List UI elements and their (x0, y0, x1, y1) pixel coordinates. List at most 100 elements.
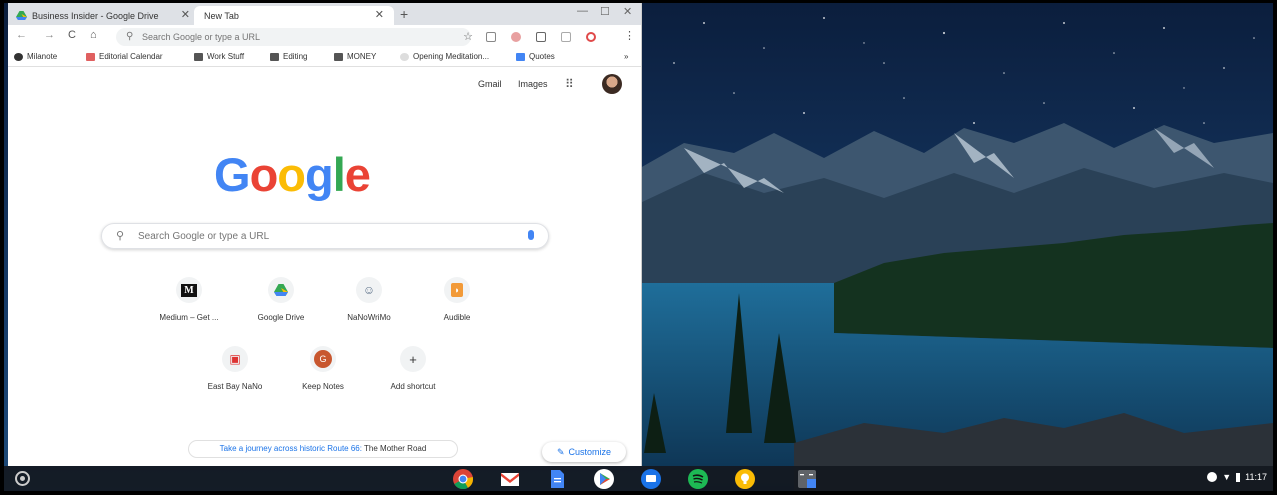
spotify-icon[interactable] (688, 469, 708, 489)
bookmark-quotes[interactable]: Quotes (516, 52, 555, 61)
maximize-button[interactable]: ☐ (600, 5, 610, 18)
tab-strip: Business Insider - Google Drive ✕ New Ta… (8, 3, 641, 25)
gmail-link[interactable]: Gmail (478, 79, 502, 89)
omnibox-input[interactable] (140, 30, 440, 44)
add-shortcut-button[interactable]: + Add shortcut (368, 346, 458, 391)
bookmark-label: Quotes (529, 52, 555, 61)
promo-link-text: Take a journey across historic Route 66: (219, 444, 362, 453)
reload-button[interactable]: C (68, 29, 76, 41)
bookmark-editorial-calendar[interactable]: Editorial Calendar (86, 52, 163, 61)
customize-label: Customize (568, 447, 612, 457)
gmail-icon[interactable] (500, 469, 520, 489)
logo-letter: g (305, 148, 334, 201)
promo-link[interactable]: Take a journey across historic Route 66:… (188, 440, 458, 458)
bookmark-star-icon[interactable]: ☆ (463, 30, 473, 43)
shortcut-label: Medium – Get ... (159, 313, 219, 322)
search-input[interactable] (136, 229, 506, 243)
east-bay-nano-icon: ▣ (222, 346, 248, 372)
extension-icon[interactable] (586, 32, 596, 42)
new-tab-button[interactable]: + (400, 6, 408, 22)
back-button[interactable]: ← (16, 29, 27, 41)
customize-button[interactable]: ✎ Customize (542, 442, 626, 462)
shortcut-east-bay-nano[interactable]: ▣ East Bay NaNo (190, 346, 280, 391)
microphone-icon[interactable] (528, 230, 534, 240)
bookmark-editing[interactable]: Editing (270, 52, 307, 61)
forward-button[interactable]: → (44, 29, 55, 41)
browser-toolbar: ← → C ⌂ ⚲ ☆ ⋮ (8, 25, 641, 49)
chrome-window: Business Insider - Google Drive ✕ New Ta… (8, 3, 642, 466)
pencil-icon: ✎ (556, 446, 565, 457)
shelf: ▼ 11:17 (4, 466, 1273, 491)
nanowrimo-icon: ☺ (356, 277, 382, 303)
new-tab-page: Gmail Images ⠿ Google ⚲ M Medium – Get .… (8, 67, 641, 466)
extension-icon[interactable] (536, 32, 546, 42)
omnibox[interactable]: ⚲ ☆ (116, 28, 473, 46)
close-tab-icon[interactable]: ✕ (181, 8, 190, 21)
shortcut-audible[interactable]: ◗ Audible (412, 277, 502, 322)
bookmark-label: MONEY (347, 52, 377, 61)
shortcut-label: Add shortcut (390, 382, 436, 391)
bookmark-money[interactable]: MONEY (334, 52, 376, 61)
google-drive-icon (268, 277, 294, 303)
keep-icon[interactable] (735, 469, 755, 489)
images-link[interactable]: Images (518, 79, 548, 89)
logo-letter: o (249, 148, 279, 201)
status-tray[interactable]: ▼ 11:17 (1207, 472, 1267, 482)
clock[interactable]: 11:17 (1245, 472, 1267, 482)
shortcut-nanowrimo[interactable]: ☺ NaNoWriMo (324, 277, 414, 322)
search-icon: ⚲ (116, 230, 125, 242)
google-drive-icon (16, 11, 27, 20)
bookmark-label: Editing (283, 52, 308, 61)
audible-icon: ◗ (444, 277, 470, 303)
search-box[interactable]: ⚲ (101, 223, 549, 249)
shortcut-medium[interactable]: M Medium – Get ... (144, 277, 234, 322)
bookmark-milanote[interactable]: Milanote (14, 52, 57, 61)
messages-icon[interactable] (641, 469, 661, 489)
bookmark-opening-meditation[interactable]: Opening Meditation... (400, 52, 489, 61)
tab-title: Business Insider - Google Drive (32, 10, 159, 21)
medium-icon: M (176, 277, 202, 303)
shortcut-google-drive[interactable]: Google Drive (236, 277, 326, 322)
calculator-icon[interactable] (797, 469, 817, 489)
shortcut-keep-notes[interactable]: G Keep Notes (278, 346, 368, 391)
close-tab-icon[interactable]: ✕ (375, 8, 384, 21)
logo-letter: o (277, 148, 306, 201)
bookmark-label: Milanote (27, 52, 58, 61)
wifi-icon: ▼ (1222, 472, 1232, 482)
tab-new-tab[interactable]: New Tab ✕ (194, 6, 394, 25)
logo-letter: G (214, 148, 251, 201)
logo-letter: e (344, 148, 371, 201)
bookmark-label: Opening Meditation... (413, 52, 490, 61)
extension-icon[interactable] (486, 32, 496, 42)
bookmark-work-stuff[interactable]: Work Stuff (194, 52, 244, 61)
shortcut-label: Audible (443, 313, 471, 322)
bookmarks-bar: Milanote Editorial Calendar Work Stuff E… (8, 49, 641, 67)
plus-icon: + (400, 346, 426, 372)
bookmark-label: Editorial Calendar (99, 52, 163, 61)
tab-title: New Tab (204, 10, 239, 21)
battery-icon (1236, 472, 1241, 482)
chrome-icon[interactable] (453, 469, 473, 489)
notification-icon[interactable] (1207, 472, 1218, 482)
logo-letter: l (332, 148, 346, 201)
desktop-screen: Business Insider - Google Drive ✕ New Ta… (4, 3, 1273, 491)
home-button[interactable]: ⌂ (90, 29, 97, 41)
shortcut-label: NaNoWriMo (347, 313, 391, 322)
promo-link-rest: The Mother Road (364, 444, 427, 453)
docs-icon[interactable] (547, 469, 567, 489)
shortcut-label: Keep Notes (302, 382, 344, 391)
bookmarks-overflow-button[interactable]: » (624, 52, 628, 61)
launcher-button[interactable] (15, 471, 30, 486)
shortcut-label: Google Drive (257, 313, 305, 322)
keep-notes-icon: G (310, 346, 336, 372)
tab-business-insider[interactable]: Business Insider - Google Drive ✕ (8, 6, 200, 25)
avatar[interactable] (602, 74, 622, 94)
minimize-button[interactable]: — (577, 5, 588, 17)
extension-icon[interactable] (511, 32, 521, 42)
play-store-icon[interactable] (594, 469, 614, 489)
google-logo: Google (214, 147, 371, 202)
extension-icon[interactable] (561, 32, 571, 42)
apps-grid-icon[interactable]: ⠿ (565, 77, 574, 91)
close-window-button[interactable]: ✕ (623, 5, 632, 18)
menu-button[interactable]: ⋮ (624, 29, 635, 42)
